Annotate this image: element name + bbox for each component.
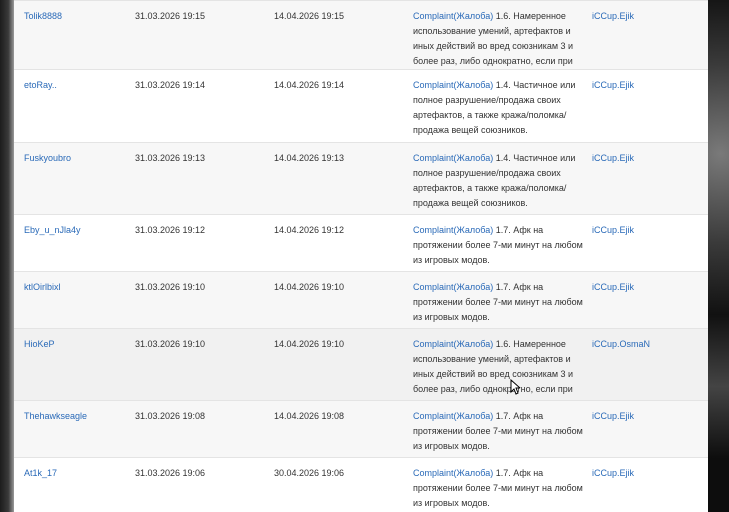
reason-cell: Complaint(Жалоба) 1.6. Намеренное исполь…: [413, 1, 585, 69]
admin-link[interactable]: iCCup.Ejik: [592, 80, 634, 90]
admin-link[interactable]: iCCup.Ejik: [592, 282, 634, 292]
player-link[interactable]: Eby_u_nJla4y: [24, 225, 81, 235]
reason-cell: Complaint(Жалоба) 1.7. Афк на протяжении…: [413, 401, 585, 454]
ban-date: 31.03.2026 19:06: [135, 468, 206, 478]
unban-date: 14.04.2026 19:13: [274, 153, 345, 163]
player-link[interactable]: ktlOirlbixl: [24, 282, 61, 292]
unban-date: 14.04.2026 19:10: [274, 282, 345, 292]
complaint-link[interactable]: Complaint(Жалоба): [413, 468, 493, 478]
admin-link[interactable]: iCCup.OsmaN: [592, 339, 650, 349]
complaint-link[interactable]: Complaint(Жалоба): [413, 11, 493, 21]
player-link[interactable]: Tolik8888: [24, 11, 62, 21]
admin-link[interactable]: iCCup.Ejik: [592, 153, 634, 163]
unban-date: 14.04.2026 19:10: [274, 339, 345, 349]
ban-date: 31.03.2026 19:14: [135, 80, 206, 90]
ban-date: 31.03.2026 19:12: [135, 225, 206, 235]
ban-date: 31.03.2026 19:13: [135, 153, 206, 163]
ban-date: 31.03.2026 19:15: [135, 11, 206, 21]
background-right: [708, 0, 729, 512]
table-row: Thehawkseagle 31.03.2026 19:08 14.04.202…: [14, 400, 708, 458]
ban-list-panel: Tolik8888 31.03.2026 19:15 14.04.2026 19…: [14, 0, 708, 512]
player-link[interactable]: HioKeP: [24, 339, 55, 349]
ban-date: 31.03.2026 19:10: [135, 339, 206, 349]
reason-cell: Complaint(Жалоба) 1.4. Частичное или пол…: [413, 143, 585, 211]
admin-link[interactable]: iCCup.Ejik: [592, 411, 634, 421]
background-left: [0, 0, 14, 512]
complaint-link[interactable]: Complaint(Жалоба): [413, 153, 493, 163]
reason-cell: Complaint(Жалоба) 1.4. Частичное или пол…: [413, 70, 585, 138]
unban-date: 14.04.2026 19:08: [274, 411, 345, 421]
ban-list-table: Tolik8888 31.03.2026 19:15 14.04.2026 19…: [14, 0, 708, 512]
table-row: HioKeP 31.03.2026 19:10 14.04.2026 19:10…: [14, 328, 708, 401]
ban-date: 31.03.2026 19:08: [135, 411, 206, 421]
ban-date: 31.03.2026 19:10: [135, 282, 206, 292]
table-row: At1k_17 31.03.2026 19:06 30.04.2026 19:0…: [14, 457, 708, 512]
complaint-link[interactable]: Complaint(Жалоба): [413, 80, 493, 90]
player-link[interactable]: Thehawkseagle: [24, 411, 87, 421]
reason-cell: Complaint(Жалоба) 1.7. Афк на протяжении…: [413, 458, 585, 511]
table-row: Eby_u_nJla4y 31.03.2026 19:12 14.04.2026…: [14, 214, 708, 272]
unban-date: 14.04.2026 19:15: [274, 11, 345, 21]
admin-link[interactable]: iCCup.Ejik: [592, 225, 634, 235]
complaint-link[interactable]: Complaint(Жалоба): [413, 411, 493, 421]
mouse-pointer-icon: [510, 379, 520, 395]
player-link[interactable]: etoRay..: [24, 80, 57, 90]
unban-date: 14.04.2026 19:12: [274, 225, 345, 235]
admin-link[interactable]: iCCup.Ejik: [592, 11, 634, 21]
reason-cell: Complaint(Жалоба) 1.7. Афк на протяжении…: [413, 272, 585, 325]
table-row: Tolik8888 31.03.2026 19:15 14.04.2026 19…: [14, 0, 708, 70]
reason-cell: Complaint(Жалоба) 1.6. Намеренное исполь…: [413, 329, 585, 397]
complaint-link[interactable]: Complaint(Жалоба): [413, 339, 493, 349]
admin-link[interactable]: iCCup.Ejik: [592, 468, 634, 478]
player-link[interactable]: At1k_17: [24, 468, 57, 478]
table-row: Fuskyoubro 31.03.2026 19:13 14.04.2026 1…: [14, 142, 708, 215]
player-link[interactable]: Fuskyoubro: [24, 153, 71, 163]
unban-date: 14.04.2026 19:14: [274, 80, 345, 90]
unban-date: 30.04.2026 19:06: [274, 468, 345, 478]
table-row: etoRay.. 31.03.2026 19:14 14.04.2026 19:…: [14, 69, 708, 143]
complaint-link[interactable]: Complaint(Жалоба): [413, 225, 493, 235]
table-row: ktlOirlbixl 31.03.2026 19:10 14.04.2026 …: [14, 271, 708, 329]
reason-cell: Complaint(Жалоба) 1.7. Афк на протяжении…: [413, 215, 585, 268]
complaint-link[interactable]: Complaint(Жалоба): [413, 282, 493, 292]
